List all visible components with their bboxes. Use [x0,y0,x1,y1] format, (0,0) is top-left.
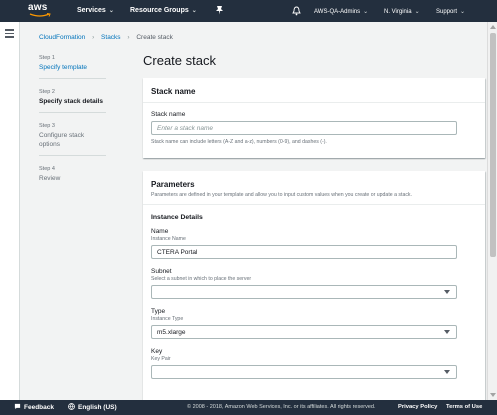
wizard-steps: Step 1 Specify template Step 2 Specify s… [39,55,106,199]
parameters-panel: Parameters Parameters are defined in you… [143,171,485,400]
field-label: Type [151,308,166,315]
resource-groups-menu[interactable]: Resource Groups ⌄ [130,7,197,14]
globe-icon [68,403,75,410]
breadcrumb: CloudFormation › Stacks › Create stack [39,34,173,41]
hamburger-menu-icon[interactable] [5,29,14,38]
feedback-speech-bubble-icon [14,403,21,410]
stack-name-input[interactable]: Enter a stack name [151,121,457,135]
region-menu[interactable]: N. Virginia ⌄ [384,8,420,15]
chevron-down-icon: ⌄ [414,9,420,15]
services-label: Services [77,7,106,14]
panel-title: Parameters [151,180,195,189]
feedback-link[interactable]: Feedback [14,403,54,411]
top-navigation-bar: aws Services ⌄ Resource Groups ⌄ AWS-QA-Ad… [0,0,497,22]
key-pair-select[interactable] [151,365,457,379]
parameters-description: Parameters are defined in your template … [151,192,412,198]
field-description: Key Pair [151,356,171,362]
sidebar-toggle[interactable] [0,22,20,400]
step-number: Step 3 [39,123,55,129]
scroll-up-arrow-icon[interactable] [490,25,496,29]
field-label: Name [151,228,169,235]
feedback-label: Feedback [24,404,54,411]
param-type: Type Instance Type m5.xlarge [151,308,477,339]
footer: Feedback English (US) © 2008 - 2018, Ama… [0,400,497,415]
breadcrumb-separator-icon: › [92,34,95,41]
chevron-down-icon: ⌄ [363,9,369,15]
step-1[interactable]: Step 1 Specify template [39,55,106,79]
step-number: Step 1 [39,55,55,61]
field-description: Instance Type [151,316,184,322]
page-title: Create stack [143,53,216,68]
privacy-policy-link[interactable]: Privacy Policy [398,404,437,410]
caret-down-icon [444,330,450,334]
breadcrumb-current: Create stack [136,34,173,41]
subnet-select[interactable] [151,285,457,299]
account-menu[interactable]: AWS-QA-Admins ⌄ [314,8,368,15]
stack-name-label: Stack name [151,111,186,118]
step-number: Step 2 [39,89,55,95]
step-title: Review [39,175,61,182]
pin-icon[interactable] [215,5,224,17]
step-3: Step 3 Configure stack options [39,123,106,156]
chevron-down-icon: ⌄ [108,8,114,14]
parameters-header: Parameters Parameters are defined in you… [143,171,485,205]
param-key: Key Key Pair [151,348,477,379]
aws-smile-icon [29,13,51,17]
aws-logo-text: aws [28,2,48,13]
caret-down-icon [444,370,450,374]
instance-type-select[interactable]: m5.xlarge [151,325,457,339]
vertical-scrollbar[interactable] [487,22,497,400]
step-title[interactable]: Specify template [39,63,106,72]
instance-details-heading: Instance Details [151,214,203,221]
support-menu[interactable]: Support ⌄ [436,8,465,15]
services-menu[interactable]: Services ⌄ [77,7,114,14]
instance-type-value: m5.xlarge [157,329,186,336]
chevron-down-icon: ⌄ [191,8,197,14]
step-4: Step 4 Review [39,166,106,189]
step-number: Step 4 [39,166,55,172]
notifications-bell-icon[interactable] [292,6,301,18]
breadcrumb-separator-icon: › [127,34,130,41]
region-label: N. Virginia [384,9,412,15]
aws-logo[interactable]: aws [28,2,54,20]
terms-of-use-link[interactable]: Terms of Use [446,404,482,410]
breadcrumb-cloudformation[interactable]: CloudFormation [39,34,85,41]
step-title: Specify stack details [39,98,103,105]
chevron-down-icon: ⌄ [460,9,466,15]
scroll-down-arrow-icon[interactable] [490,393,496,397]
field-label: Key [151,348,163,355]
stack-name-panel: Stack name Stack name Enter a stack name… [143,78,485,158]
step-2: Step 2 Specify stack details [39,89,106,113]
param-name: Name Instance Name CTERA Portal [151,228,477,259]
resource-groups-label: Resource Groups [130,7,189,14]
caret-down-icon [444,290,450,294]
scrollbar-thumb[interactable] [490,33,496,257]
console-shell: CloudFormation › Stacks › Create stack S… [0,22,497,400]
step-title: Configure stack options [39,132,85,148]
panel-title: Stack name [143,78,485,103]
breadcrumb-stacks[interactable]: Stacks [101,34,121,41]
field-description: Select a subnet in which to place the se… [151,276,252,282]
language-label: English (US) [78,404,117,411]
instance-name-input[interactable]: CTERA Portal [151,245,457,259]
field-description: Instance Name [151,236,186,242]
main-content: CloudFormation › Stacks › Create stack S… [20,22,487,400]
field-label: Subnet [151,268,172,275]
stack-name-hint: Stack name can include letters (A-Z and … [151,139,327,145]
param-subnet: Subnet Select a subnet in which to place… [151,268,477,299]
language-selector[interactable]: English (US) [68,403,117,411]
account-label: AWS-QA-Admins [314,9,361,15]
copyright-text: © 2008 - 2018, Amazon Web Services, Inc.… [187,404,376,410]
support-label: Support [436,9,458,15]
